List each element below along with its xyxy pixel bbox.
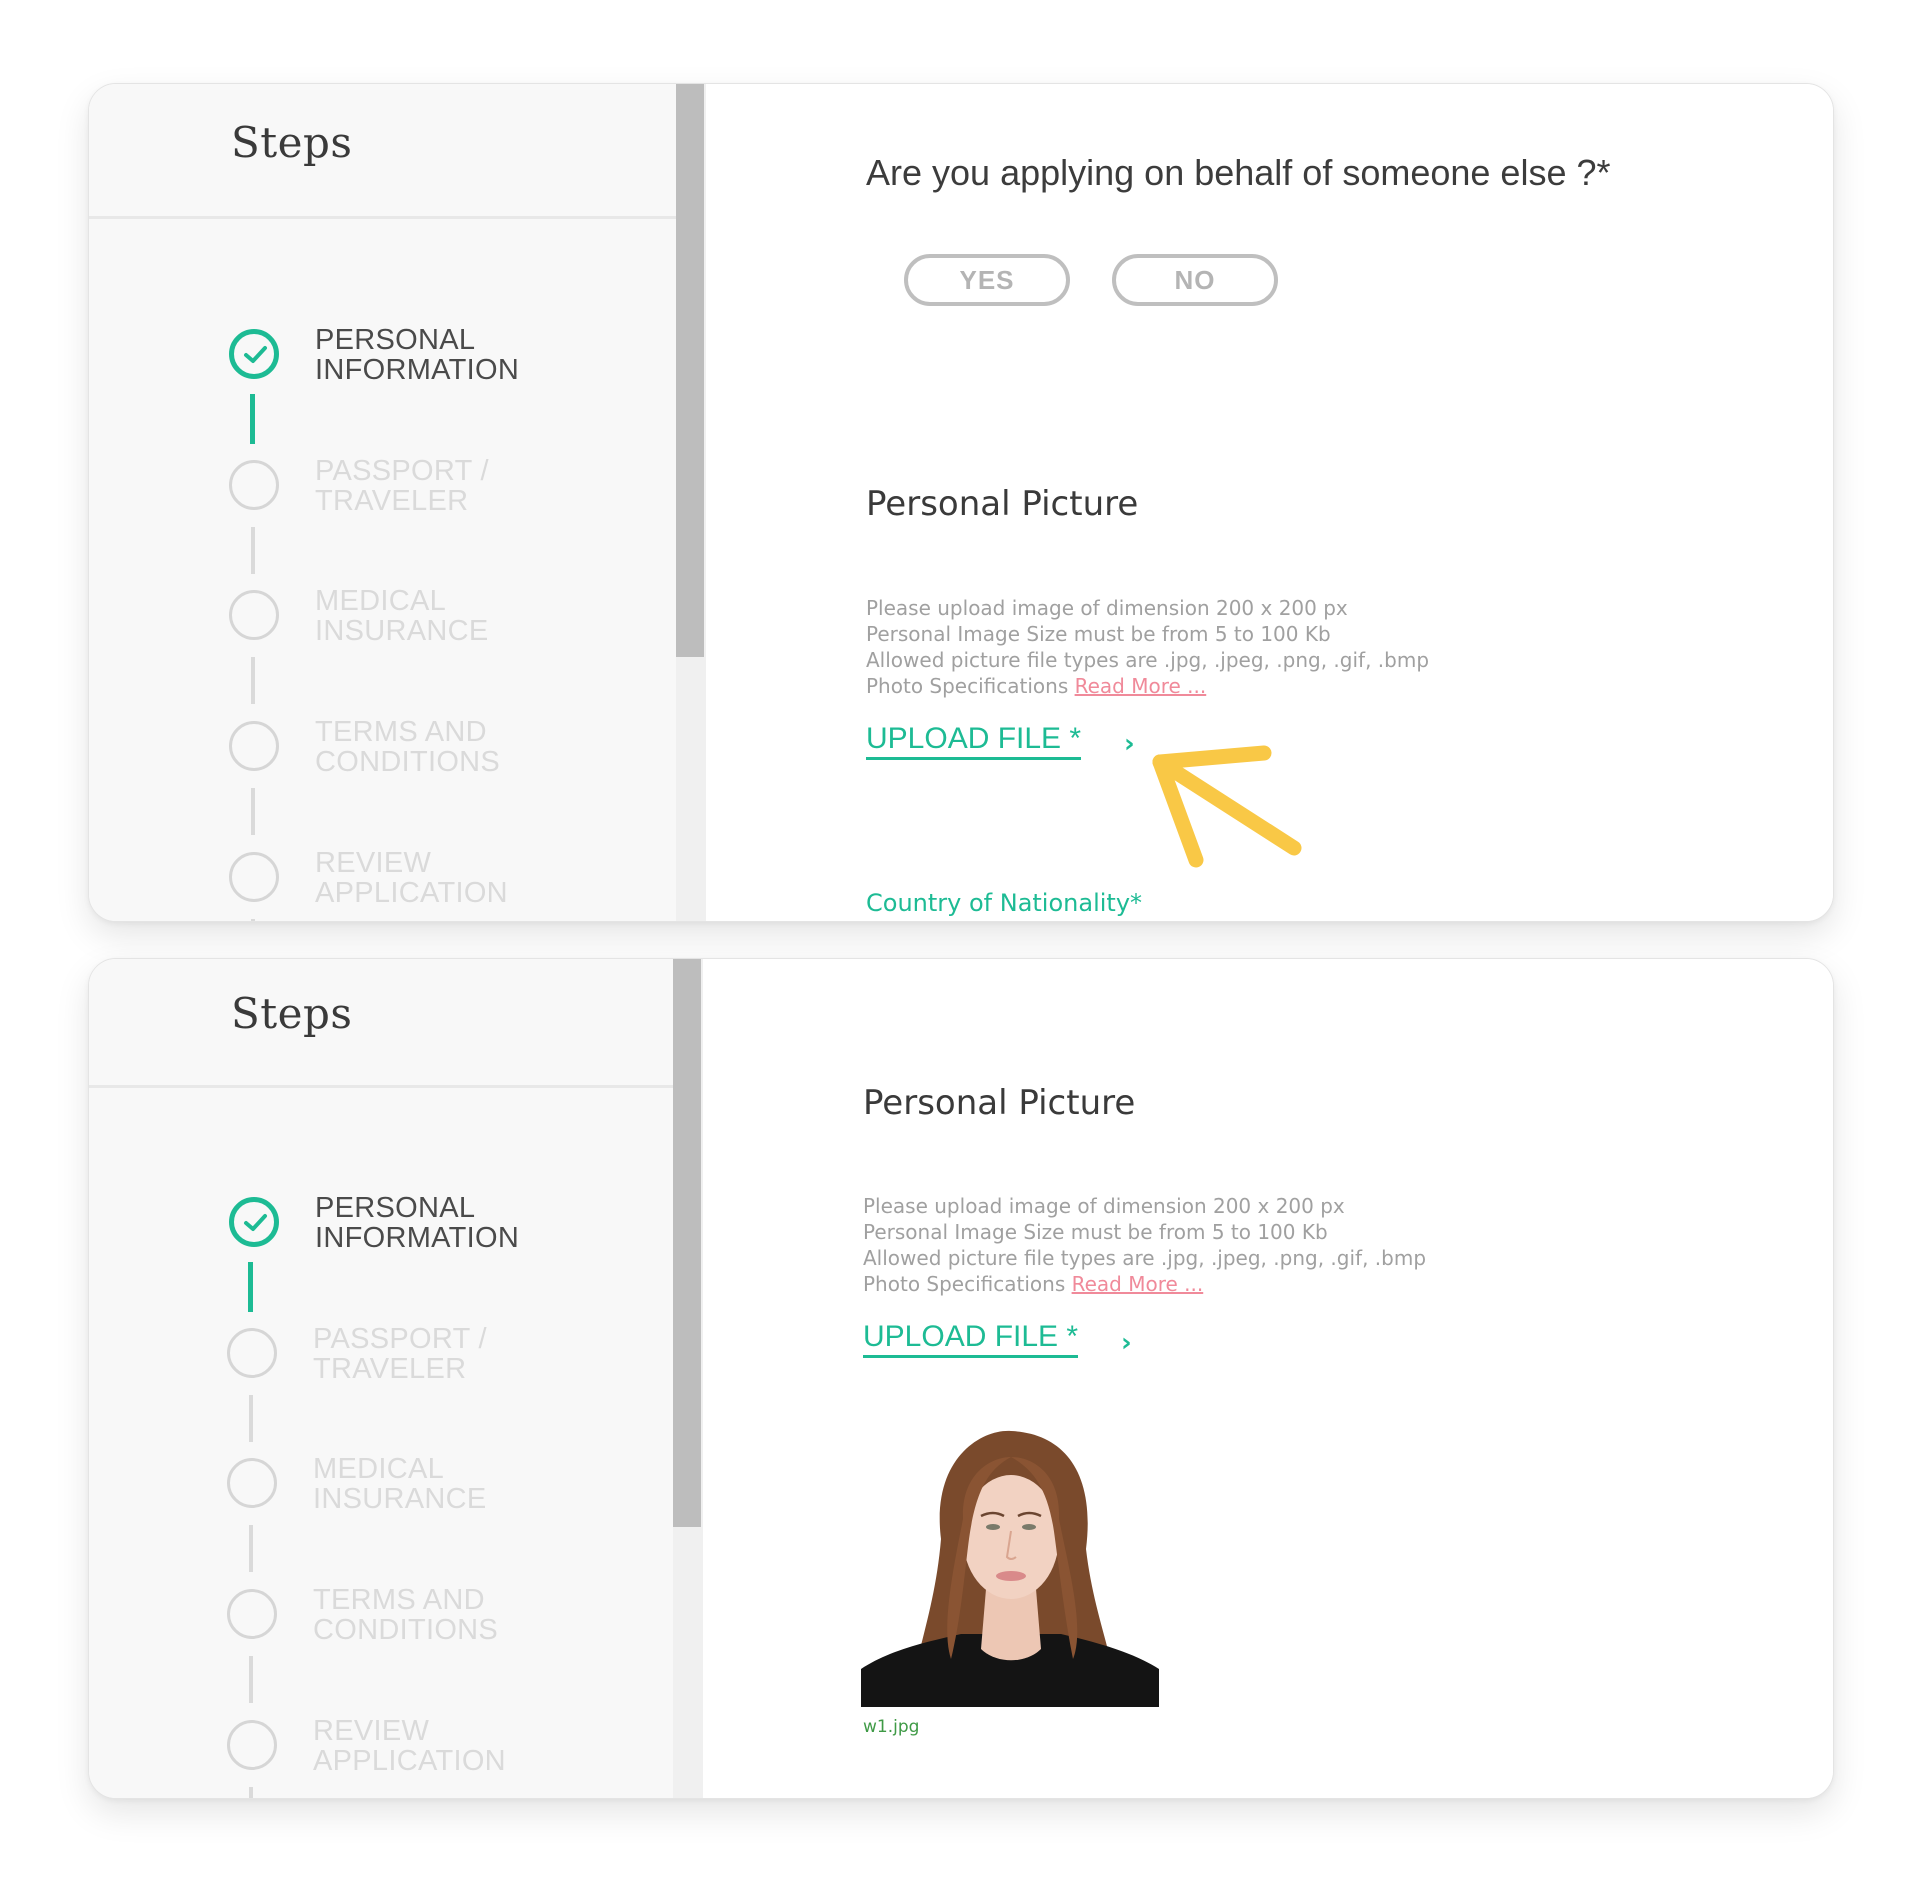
uploaded-photo-preview	[861, 1419, 1159, 1707]
upload-instructions: Please upload image of dimension 200 x 2…	[863, 1194, 1427, 1296]
steps-title: Steps	[231, 118, 353, 167]
step-connector	[250, 394, 255, 444]
step-label: TERMS AND CONDITIONS	[315, 716, 501, 778]
step-label: PASSPORT / TRAVELER	[315, 455, 489, 517]
sidebar-scrollbar[interactable]	[673, 959, 703, 1798]
uploaded-file-name: w1.jpg	[863, 1717, 920, 1737]
step-passport-traveler[interactable]: PASSPORT / TRAVELER	[229, 456, 649, 520]
yes-button[interactable]: YES	[904, 254, 1070, 306]
step-label: MEDICAL INSURANCE	[315, 585, 489, 647]
steps-header: Steps	[89, 84, 676, 219]
upload-instructions: Please upload image of dimension 200 x 2…	[866, 596, 1430, 698]
step-label: TERMS AND CONDITIONS	[313, 1584, 499, 1646]
check-circle-icon	[229, 1197, 279, 1247]
step-connector	[249, 1395, 253, 1442]
form-main: Personal Picture Please upload image of …	[703, 959, 1833, 1798]
empty-circle-icon	[229, 590, 279, 640]
step-personal-information[interactable]: PERSONAL INFORMATION	[229, 325, 649, 389]
step-connector	[251, 527, 255, 574]
scrollbar-thumb[interactable]	[676, 84, 704, 657]
read-more-link[interactable]: Read More ...	[1072, 1272, 1204, 1296]
read-more-link[interactable]: Read More ...	[1075, 674, 1207, 698]
step-medical-insurance[interactable]: MEDICAL INSURANCE	[227, 1454, 647, 1518]
empty-circle-icon	[227, 1328, 277, 1378]
application-form-card-after-upload: Steps PERSONAL INFORMATION PASSPORT / TR…	[88, 958, 1834, 1799]
steps-title: Steps	[231, 989, 353, 1038]
sidebar-scrollbar[interactable]	[676, 84, 706, 921]
steps-header: Steps	[89, 959, 676, 1088]
step-review-application[interactable]: REVIEW APPLICATION	[229, 848, 649, 912]
scrollbar-thumb[interactable]	[673, 959, 701, 1527]
form-main: Are you applying on behalf of someone el…	[706, 84, 1833, 921]
step-connector	[248, 1262, 253, 1312]
check-circle-icon	[229, 329, 279, 379]
portrait-photo-image	[861, 1419, 1159, 1707]
step-terms-and-conditions[interactable]: TERMS AND CONDITIONS	[227, 1585, 647, 1649]
no-button[interactable]: NO	[1112, 254, 1278, 306]
step-review-application[interactable]: REVIEW APPLICATION	[227, 1716, 647, 1780]
step-label: REVIEW APPLICATION	[313, 1715, 506, 1777]
step-label: REVIEW APPLICATION	[315, 847, 508, 909]
steps-sidebar: Steps PERSONAL INFORMATION PASSPORT / TR…	[89, 959, 676, 1798]
empty-circle-icon	[227, 1589, 277, 1639]
upload-file-button[interactable]: UPLOAD FILE *	[863, 1320, 1079, 1358]
personal-picture-title: Personal Picture	[863, 1083, 1136, 1123]
application-form-card-before-upload: Steps PERSONAL INFORMATION PASSPORT / TR…	[88, 83, 1834, 922]
behalf-question: Are you applying on behalf of someone el…	[866, 152, 1611, 193]
upload-file-button[interactable]: UPLOAD FILE *	[866, 722, 1082, 760]
step-connector	[249, 1656, 253, 1703]
highlight-arrow-icon	[1152, 745, 1302, 868]
step-connector	[251, 788, 255, 835]
step-connector	[249, 1787, 253, 1798]
chevron-right-icon[interactable]: ›	[1124, 729, 1135, 759]
steps-sidebar: Steps PERSONAL INFORMATION PASSPORT / TR…	[89, 84, 676, 921]
step-label: PERSONAL INFORMATION	[315, 1192, 520, 1254]
empty-circle-icon	[229, 460, 279, 510]
personal-picture-title: Personal Picture	[866, 484, 1139, 524]
step-label: PASSPORT / TRAVELER	[313, 1323, 487, 1385]
empty-circle-icon	[227, 1458, 277, 1508]
empty-circle-icon	[227, 1720, 277, 1770]
empty-circle-icon	[229, 852, 279, 902]
country-of-nationality-label: Country of Nationality*	[866, 889, 1143, 917]
step-personal-information[interactable]: PERSONAL INFORMATION	[229, 1193, 649, 1257]
step-connector	[249, 1525, 253, 1572]
step-connector	[251, 657, 255, 704]
step-medical-insurance[interactable]: MEDICAL INSURANCE	[229, 586, 649, 650]
chevron-right-icon[interactable]: ›	[1121, 1328, 1132, 1358]
step-connector	[251, 919, 255, 921]
step-label: PERSONAL INFORMATION	[315, 324, 520, 386]
step-terms-and-conditions[interactable]: TERMS AND CONDITIONS	[229, 717, 649, 781]
step-passport-traveler[interactable]: PASSPORT / TRAVELER	[227, 1324, 647, 1388]
empty-circle-icon	[229, 721, 279, 771]
step-label: MEDICAL INSURANCE	[313, 1453, 487, 1515]
